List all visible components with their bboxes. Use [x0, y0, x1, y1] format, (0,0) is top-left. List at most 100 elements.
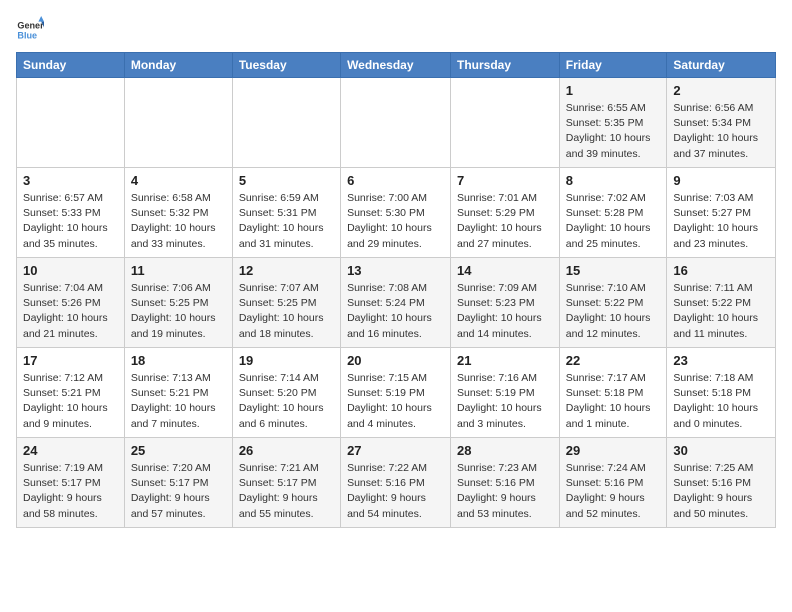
day-number: 17: [23, 353, 118, 368]
calendar-cell: [17, 78, 125, 168]
calendar-header-thursday: Thursday: [451, 53, 560, 78]
day-info: Sunrise: 7:21 AM Sunset: 5:17 PM Dayligh…: [239, 461, 334, 522]
calendar-cell: 7 Sunrise: 7:01 AM Sunset: 5:29 PM Daylig…: [451, 168, 560, 258]
day-info: Sunrise: 7:15 AM Sunset: 5:19 PM Dayligh…: [347, 371, 444, 432]
day-number: 13: [347, 263, 444, 278]
day-number: 4: [131, 173, 226, 188]
svg-text:Blue: Blue: [17, 30, 37, 40]
calendar-cell: [451, 78, 560, 168]
day-number: 23: [673, 353, 769, 368]
day-number: 28: [457, 443, 553, 458]
calendar-cell: 2 Sunrise: 6:56 AM Sunset: 5:34 PM Daylig…: [667, 78, 776, 168]
calendar-header-sunday: Sunday: [17, 53, 125, 78]
calendar-header-monday: Monday: [124, 53, 232, 78]
calendar-header-row: SundayMondayTuesdayWednesdayThursdayFrid…: [17, 53, 776, 78]
calendar-cell: 17 Sunrise: 7:12 AM Sunset: 5:21 PM Dayli…: [17, 348, 125, 438]
calendar-cell: 27 Sunrise: 7:22 AM Sunset: 5:16 PM Dayli…: [341, 438, 451, 528]
day-number: 6: [347, 173, 444, 188]
calendar-cell: 3 Sunrise: 6:57 AM Sunset: 5:33 PM Daylig…: [17, 168, 125, 258]
day-number: 8: [566, 173, 661, 188]
calendar-cell: 13 Sunrise: 7:08 AM Sunset: 5:24 PM Dayli…: [341, 258, 451, 348]
calendar-cell: 15 Sunrise: 7:10 AM Sunset: 5:22 PM Dayli…: [559, 258, 667, 348]
day-number: 2: [673, 83, 769, 98]
calendar-cell: 20Sunrise: 7:15 AM Sunset: 5:19 PM Dayli…: [341, 348, 451, 438]
day-number: 21: [457, 353, 553, 368]
day-number: 26: [239, 443, 334, 458]
calendar-cell: 19Sunrise: 7:14 AM Sunset: 5:20 PM Dayli…: [232, 348, 340, 438]
calendar-cell: 28 Sunrise: 7:23 AM Sunset: 5:16 PM Dayli…: [451, 438, 560, 528]
day-number: 16: [673, 263, 769, 278]
calendar-cell: 21 Sunrise: 7:16 AM Sunset: 5:19 PM Dayli…: [451, 348, 560, 438]
day-info: Sunrise: 7:10 AM Sunset: 5:22 PM Dayligh…: [566, 281, 661, 342]
day-info: Sunrise: 7:17 AM Sunset: 5:18 PM Dayligh…: [566, 371, 661, 432]
day-number: 7: [457, 173, 553, 188]
day-info: Sunrise: 7:08 AM Sunset: 5:24 PM Dayligh…: [347, 281, 444, 342]
calendar-cell: [124, 78, 232, 168]
calendar-week-row: 24 Sunrise: 7:19 AM Sunset: 5:17 PM Dayli…: [17, 438, 776, 528]
day-info: Sunrise: 7:18 AM Sunset: 5:18 PM Dayligh…: [673, 371, 769, 432]
day-number: 14: [457, 263, 553, 278]
day-number: 30: [673, 443, 769, 458]
day-number: 27: [347, 443, 444, 458]
calendar-header-friday: Friday: [559, 53, 667, 78]
day-info: Sunrise: 7:22 AM Sunset: 5:16 PM Dayligh…: [347, 461, 444, 522]
calendar-cell: [232, 78, 340, 168]
calendar-week-row: 10Sunrise: 7:04 AM Sunset: 5:26 PM Dayli…: [17, 258, 776, 348]
logo: General Blue: [16, 16, 44, 44]
day-info: Sunrise: 6:58 AM Sunset: 5:32 PM Dayligh…: [131, 191, 226, 252]
day-info: Sunrise: 7:09 AM Sunset: 5:23 PM Dayligh…: [457, 281, 553, 342]
day-number: 3: [23, 173, 118, 188]
day-number: 5: [239, 173, 334, 188]
calendar-cell: 16 Sunrise: 7:11 AM Sunset: 5:22 PM Dayli…: [667, 258, 776, 348]
calendar-cell: 9 Sunrise: 7:03 AM Sunset: 5:27 PM Daylig…: [667, 168, 776, 258]
calendar-cell: 4 Sunrise: 6:58 AM Sunset: 5:32 PM Daylig…: [124, 168, 232, 258]
day-number: 1: [566, 83, 661, 98]
calendar-cell: 26 Sunrise: 7:21 AM Sunset: 5:17 PM Dayli…: [232, 438, 340, 528]
calendar-cell: 12Sunrise: 7:07 AM Sunset: 5:25 PM Dayli…: [232, 258, 340, 348]
calendar-cell: 11 Sunrise: 7:06 AM Sunset: 5:25 PM Dayli…: [124, 258, 232, 348]
calendar-cell: 5 Sunrise: 6:59 AM Sunset: 5:31 PM Daylig…: [232, 168, 340, 258]
calendar-cell: 10Sunrise: 7:04 AM Sunset: 5:26 PM Dayli…: [17, 258, 125, 348]
day-info: Sunrise: 6:57 AM Sunset: 5:33 PM Dayligh…: [23, 191, 118, 252]
calendar-cell: 1Sunrise: 6:55 AM Sunset: 5:35 PM Daylig…: [559, 78, 667, 168]
calendar-header-tuesday: Tuesday: [232, 53, 340, 78]
day-number: 29: [566, 443, 661, 458]
day-number: 19: [239, 353, 334, 368]
page-header: General Blue: [16, 16, 776, 44]
day-info: Sunrise: 7:16 AM Sunset: 5:19 PM Dayligh…: [457, 371, 553, 432]
day-number: 9: [673, 173, 769, 188]
day-info: Sunrise: 6:59 AM Sunset: 5:31 PM Dayligh…: [239, 191, 334, 252]
day-info: Sunrise: 7:04 AM Sunset: 5:26 PM Dayligh…: [23, 281, 118, 342]
day-info: Sunrise: 7:24 AM Sunset: 5:16 PM Dayligh…: [566, 461, 661, 522]
day-info: Sunrise: 6:56 AM Sunset: 5:34 PM Dayligh…: [673, 101, 769, 162]
day-info: Sunrise: 7:13 AM Sunset: 5:21 PM Dayligh…: [131, 371, 226, 432]
calendar-cell: 22 Sunrise: 7:17 AM Sunset: 5:18 PM Dayli…: [559, 348, 667, 438]
calendar-week-row: 3 Sunrise: 6:57 AM Sunset: 5:33 PM Daylig…: [17, 168, 776, 258]
calendar-week-row: 17 Sunrise: 7:12 AM Sunset: 5:21 PM Dayli…: [17, 348, 776, 438]
day-info: Sunrise: 7:12 AM Sunset: 5:21 PM Dayligh…: [23, 371, 118, 432]
calendar-cell: [341, 78, 451, 168]
day-number: 18: [131, 353, 226, 368]
day-number: 22: [566, 353, 661, 368]
day-number: 12: [239, 263, 334, 278]
svg-text:General: General: [17, 21, 44, 31]
day-info: Sunrise: 7:11 AM Sunset: 5:22 PM Dayligh…: [673, 281, 769, 342]
calendar-cell: 6Sunrise: 7:00 AM Sunset: 5:30 PM Daylig…: [341, 168, 451, 258]
day-info: Sunrise: 7:25 AM Sunset: 5:16 PM Dayligh…: [673, 461, 769, 522]
day-info: Sunrise: 7:02 AM Sunset: 5:28 PM Dayligh…: [566, 191, 661, 252]
calendar-cell: 29 Sunrise: 7:24 AM Sunset: 5:16 PM Dayli…: [559, 438, 667, 528]
calendar-cell: 25Sunrise: 7:20 AM Sunset: 5:17 PM Dayli…: [124, 438, 232, 528]
logo-icon: General Blue: [16, 16, 44, 44]
day-number: 24: [23, 443, 118, 458]
day-number: 15: [566, 263, 661, 278]
day-info: Sunrise: 7:23 AM Sunset: 5:16 PM Dayligh…: [457, 461, 553, 522]
day-info: Sunrise: 7:03 AM Sunset: 5:27 PM Dayligh…: [673, 191, 769, 252]
day-number: 11: [131, 263, 226, 278]
day-info: Sunrise: 7:06 AM Sunset: 5:25 PM Dayligh…: [131, 281, 226, 342]
day-info: Sunrise: 7:19 AM Sunset: 5:17 PM Dayligh…: [23, 461, 118, 522]
calendar-header-wednesday: Wednesday: [341, 53, 451, 78]
calendar-cell: 14 Sunrise: 7:09 AM Sunset: 5:23 PM Dayli…: [451, 258, 560, 348]
day-info: Sunrise: 7:01 AM Sunset: 5:29 PM Dayligh…: [457, 191, 553, 252]
calendar-cell: 18 Sunrise: 7:13 AM Sunset: 5:21 PM Dayli…: [124, 348, 232, 438]
day-number: 25: [131, 443, 226, 458]
